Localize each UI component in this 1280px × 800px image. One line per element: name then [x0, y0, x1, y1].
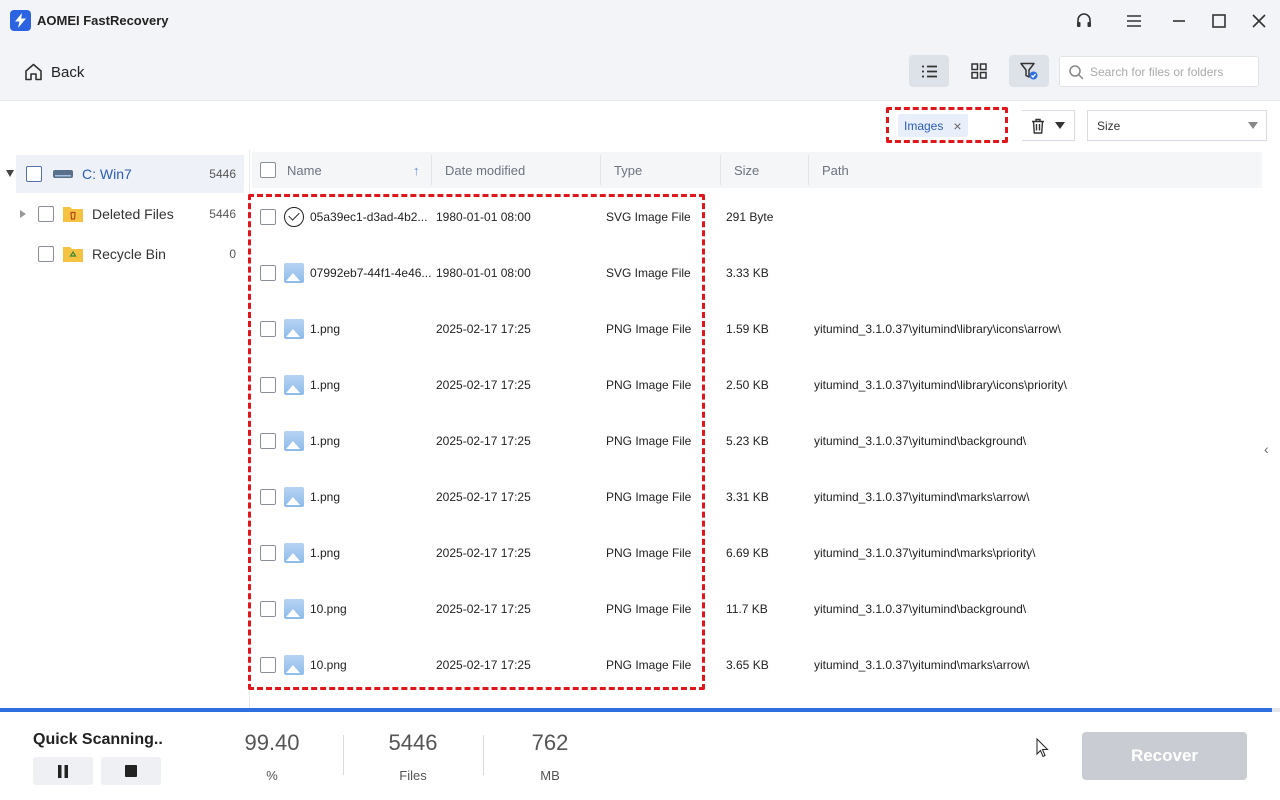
file-path: yitumind_3.1.0.37\yitumind\background\ [814, 602, 1027, 616]
mouse-cursor-icon [1036, 738, 1049, 758]
chevron-down-icon [1248, 122, 1258, 129]
filter-tag-label: Images [904, 118, 944, 133]
clear-filter-dropdown[interactable] [1022, 110, 1075, 141]
percent-unit: % [266, 768, 278, 783]
column-size-label: Size [734, 162, 760, 178]
percent-stat: 99.40 % [232, 730, 312, 783]
collapse-panel-chevron-icon[interactable]: ‹ [1264, 441, 1269, 457]
title-bar: AOMEI FastRecovery [0, 0, 1280, 42]
back-label: Back [51, 63, 85, 81]
tree-item-label: C: Win7 [82, 166, 132, 182]
column-date-header[interactable]: Date modified [445, 152, 525, 188]
column-name-header[interactable]: Name [287, 152, 322, 188]
file-path: yitumind_3.1.0.37\yitumind\library\icons… [814, 322, 1061, 336]
column-path-label: Path [822, 162, 849, 178]
file-size: 3.65 KB [726, 658, 769, 672]
stop-button[interactable] [101, 757, 161, 785]
menu-icon[interactable] [1121, 8, 1147, 34]
file-size: 3.33 KB [726, 266, 769, 280]
size-value: 762 [531, 730, 569, 755]
file-size: 3.31 KB [726, 490, 769, 504]
file-size: 11.7 KB [726, 602, 768, 616]
app-title: AOMEI FastRecovery [37, 13, 169, 28]
file-size: 1.59 KB [726, 322, 769, 336]
back-button[interactable]: Back [24, 60, 84, 84]
filter-icon [1020, 62, 1038, 80]
file-size: 6.69 KB [726, 546, 769, 560]
drive-checkbox[interactable] [26, 166, 42, 182]
size-stat: 762 MB [510, 730, 590, 783]
images-filter-tag[interactable]: Images × [898, 114, 968, 137]
file-path: yitumind_3.1.0.37\yitumind\marks\arrow\ [814, 658, 1030, 672]
tree-item-label: Recycle Bin [92, 246, 166, 262]
column-type-header[interactable]: Type [614, 152, 642, 188]
file-list-highlight [248, 194, 705, 690]
tree-item-count: 5446 [209, 167, 236, 181]
tree-item-count: 5446 [209, 207, 236, 221]
scan-status-title: Quick Scanning.. [33, 731, 163, 748]
filter-row: Images × Size [0, 100, 1280, 150]
column-type-label: Type [614, 162, 643, 178]
grid-icon [971, 63, 987, 79]
list-view-button[interactable] [909, 55, 949, 87]
files-unit: Files [399, 768, 427, 783]
column-name-label: Name [287, 162, 322, 178]
recover-button[interactable]: Recover [1082, 732, 1247, 780]
drive-icon [53, 170, 73, 178]
deleted-folder-icon [63, 207, 83, 222]
support-headset-icon[interactable] [1071, 8, 1097, 34]
trash-icon [1032, 118, 1044, 134]
filter-tag-close-icon[interactable]: × [953, 118, 961, 134]
expand-arrow-icon[interactable] [6, 170, 14, 177]
files-value: 5446 [388, 730, 438, 755]
files-stat: 5446 Files [373, 730, 453, 783]
size-filter-select[interactable]: Size [1087, 110, 1267, 141]
maximize-icon[interactable] [1206, 8, 1232, 34]
tree-item-recycle-bin[interactable]: Recycle Bin 0 [0, 235, 244, 273]
home-icon [25, 63, 42, 81]
tree-item-drive[interactable]: C: Win7 5446 [16, 155, 244, 193]
search-input[interactable]: Search for files or folders [1059, 56, 1259, 87]
column-size-header[interactable]: Size [734, 152, 759, 188]
file-size: 291 Byte [726, 210, 774, 224]
pause-button[interactable] [33, 757, 93, 785]
tree-item-count: 0 [229, 247, 236, 261]
size-unit: MB [540, 768, 560, 783]
file-path: yitumind_3.1.0.37\yitumind\background\ [814, 434, 1027, 448]
recycle-folder-icon [63, 247, 83, 262]
stop-icon [125, 765, 137, 777]
filter-button[interactable] [1009, 55, 1049, 87]
folder-tree: C: Win7 5446 Deleted Files 5446 Recycle … [0, 150, 250, 708]
pause-icon [58, 764, 68, 778]
file-size: 2.50 KB [726, 378, 769, 392]
list-icon [921, 65, 937, 77]
expand-arrow-icon[interactable] [20, 210, 26, 218]
column-path-header[interactable]: Path [822, 152, 849, 188]
minimize-icon[interactable] [1166, 8, 1192, 34]
file-path: yitumind_3.1.0.37\yitumind\marks\arrow\ [814, 490, 1030, 504]
file-size: 5.23 KB [726, 434, 769, 448]
size-select-value: Size [1097, 118, 1121, 133]
file-path: yitumind_3.1.0.37\yitumind\marks\priorit… [814, 546, 1036, 560]
tree-item-deleted-files[interactable]: Deleted Files 5446 [0, 195, 244, 233]
dropdown-caret-icon [1055, 122, 1065, 129]
column-date-label: Date modified [445, 162, 526, 178]
select-all-checkbox[interactable] [260, 152, 276, 188]
grid-view-button[interactable] [959, 55, 999, 87]
search-placeholder: Search for files or folders [1090, 64, 1224, 79]
search-icon [1069, 65, 1084, 80]
deleted-files-checkbox[interactable] [38, 206, 54, 222]
toolbar: Back Search for files or folders [0, 42, 1280, 100]
percent-value: 99.40 [244, 730, 300, 755]
file-path: yitumind_3.1.0.37\yitumind\library\icons… [814, 378, 1067, 392]
sort-ascending-icon[interactable]: ↑ [413, 152, 420, 188]
tree-item-label: Deleted Files [92, 206, 174, 222]
app-logo-icon [10, 10, 31, 31]
recycle-bin-checkbox[interactable] [38, 246, 54, 262]
table-header: Name ↑ Date modified Type Size Path [252, 152, 1262, 188]
close-icon[interactable] [1246, 8, 1272, 34]
status-bar: Quick Scanning.. 99.40 % 5446 Files 762 … [0, 712, 1280, 800]
